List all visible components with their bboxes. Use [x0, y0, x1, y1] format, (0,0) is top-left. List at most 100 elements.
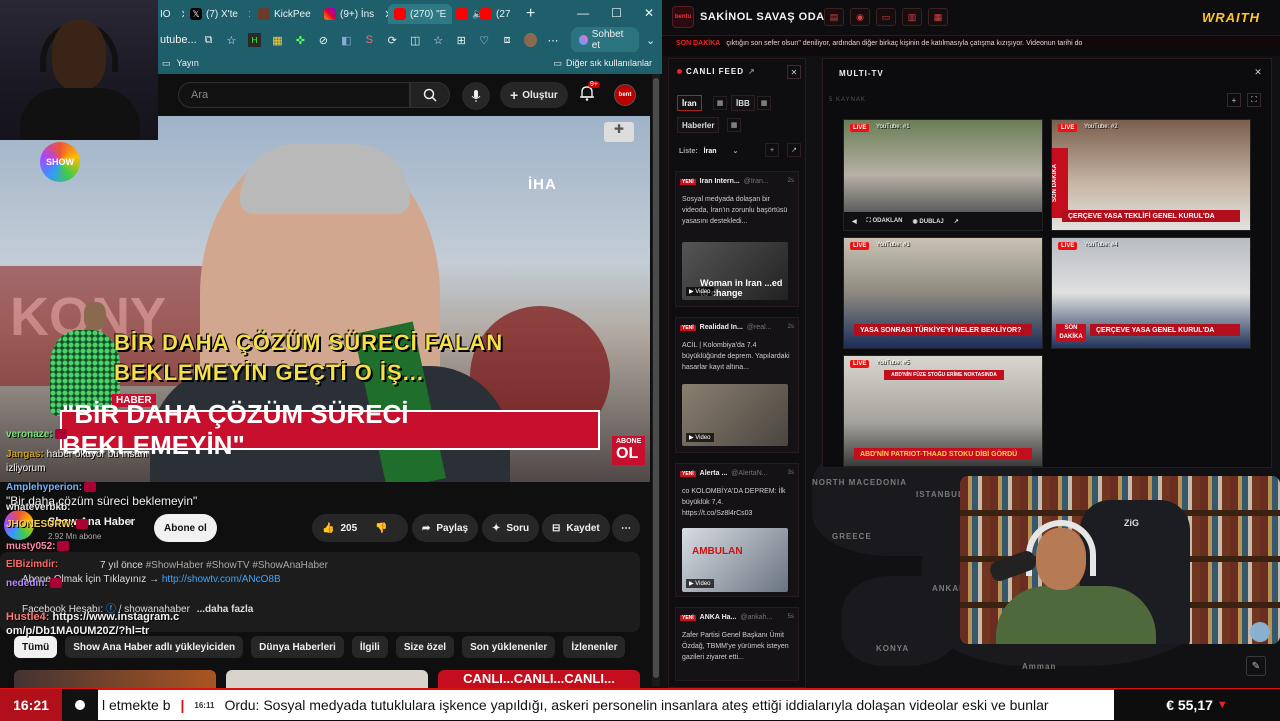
- bookmarks-bar: ▭ Yayın ▭ Diğer sık kullanılanlar: [158, 52, 662, 74]
- feed-card-video[interactable]: Woman in Iran ...ed to change ▶ Video: [682, 242, 788, 300]
- extension-6-icon[interactable]: S: [363, 33, 376, 47]
- more-actions-button[interactable]: ⋯: [612, 514, 640, 542]
- thumbs-up-icon[interactable]: 👍: [322, 523, 334, 534]
- record-dot-icon: [62, 689, 98, 721]
- share-button[interactable]: ➦ Paylaş: [412, 514, 479, 542]
- recommended-thumbnail-1[interactable]: [14, 670, 216, 688]
- tv-screen-1[interactable]: LIVE YouTube: #1 ◀ ⛶ ODAKLAN ◉ DUBLAJ ↗: [843, 119, 1043, 231]
- bookmark-yayin[interactable]: Yayın: [177, 58, 199, 68]
- list-select[interactable]: Liste: İran ⌄: [679, 147, 738, 155]
- profile-avatar[interactable]: [523, 33, 537, 47]
- url-text[interactable]: utube....: [158, 34, 197, 46]
- add-icon[interactable]: +: [765, 143, 779, 157]
- layout-icon[interactable]: ▤: [824, 8, 844, 26]
- browser-tab-youtube-active[interactable]: (270) "E: [388, 4, 452, 24]
- chip-world-news[interactable]: Dünya Haberleri: [251, 636, 344, 658]
- rss-icon[interactable]: ◉: [850, 8, 870, 26]
- subscribe-button[interactable]: Abone ol: [154, 514, 217, 542]
- close-icon[interactable]: ✕: [787, 65, 801, 79]
- split-icon[interactable]: ◫: [409, 33, 422, 47]
- refresh-icon[interactable]: ⟳: [386, 33, 399, 47]
- grid-icon[interactable]: ▦: [713, 96, 727, 110]
- heart-icon[interactable]: ♡: [478, 33, 491, 47]
- search-button[interactable]: [410, 82, 450, 108]
- chip-related[interactable]: İlgili: [351, 636, 388, 658]
- stats-icon[interactable]: ▥: [902, 8, 922, 26]
- external-link-icon[interactable]: ↗: [954, 218, 959, 225]
- browser-tab-1[interactable]: IO✕: [160, 4, 184, 24]
- feed-card[interactable]: YENİ Iran Intern... @Iran... 2s Sosyal med…: [675, 171, 799, 307]
- tv-icon[interactable]: ▭: [876, 8, 896, 26]
- scrollbar-thumb[interactable]: [653, 78, 659, 678]
- extension-2-icon[interactable]: ▦: [271, 33, 284, 47]
- chip-uploader[interactable]: Show Ana Haber adlı yükleyiciden: [65, 636, 244, 658]
- extension-4-icon[interactable]: ⊘: [317, 33, 330, 47]
- video-player[interactable]: KONY SHOW İHA ✚ BİR DAHA ÇÖZÜM SÜRECİ FA…: [0, 116, 650, 482]
- extension-5-icon[interactable]: ◧: [340, 33, 353, 47]
- split-screen-icon[interactable]: ⧉: [202, 33, 215, 47]
- chevron-down-icon[interactable]: ⌄: [644, 33, 657, 47]
- browser-tab-instagram[interactable]: (9+) İns✕: [324, 4, 388, 24]
- browser-tab-7[interactable]: (27: [480, 4, 524, 24]
- collections-icon[interactable]: ⊞: [455, 33, 468, 47]
- new-tab-button[interactable]: +: [526, 4, 542, 24]
- browser-tab-x[interactable]: 𝕏(7) X'te✕: [190, 4, 250, 24]
- feed-tab-haberler[interactable]: Haberler: [677, 117, 720, 133]
- ask-button[interactable]: ✦ Soru: [482, 514, 540, 542]
- tv-screen-4[interactable]: LIVE YouTube: #4 SON DAKİKA ÇERÇEVE YASA…: [1051, 237, 1251, 349]
- extension-icon[interactable]: H: [247, 33, 261, 47]
- copilot-chat-button[interactable]: Sohbet et: [570, 27, 640, 53]
- minimize-icon[interactable]: —: [577, 6, 589, 20]
- expand-icon[interactable]: ✚: [604, 122, 634, 142]
- grid-icon[interactable]: ▦: [928, 8, 948, 26]
- create-button[interactable]: + Oluştur: [500, 82, 568, 108]
- feed-card[interactable]: YENİ Realidad In... @real... 2s ACİL | Kol…: [675, 317, 799, 453]
- add-icon[interactable]: +: [1227, 93, 1241, 107]
- close-icon[interactable]: ✕: [1251, 65, 1265, 79]
- more-menu-icon[interactable]: ⋯: [547, 33, 560, 47]
- save-button[interactable]: ⊟ Kaydet: [542, 514, 610, 542]
- expand-arrow-icon[interactable]: ↗: [787, 143, 801, 157]
- grid-icon[interactable]: ▦: [727, 118, 741, 132]
- close-tab-icon[interactable]: ✕: [181, 8, 184, 21]
- recommended-thumbnail-3[interactable]: CANLI...CANLI...CANLI...: [438, 670, 640, 688]
- other-favorites[interactable]: ▭ Diğer sık kullanılanlar: [553, 58, 652, 69]
- extensions-puzzle-icon[interactable]: ⧈: [501, 33, 514, 47]
- tv-screen-5[interactable]: LIVE YouTube: #5 ABD'NİN FÜZE STOĞU ERİM…: [843, 355, 1043, 467]
- chip-watched[interactable]: İzlenenler: [563, 636, 626, 658]
- tv-screen-3[interactable]: LIVE YouTube: #3 YASA SONRASI TÜRKİYE'Yİ…: [843, 237, 1043, 349]
- address-bar[interactable]: utube.... ⧉ ☆ H ▦ ✜ ⊘ ◧ S ⟳ ◫ ☆ ⊞ ♡ ⧈ ⋯ …: [158, 27, 662, 53]
- feed-card[interactable]: YENİ Alerta ... @AlertaN... 3s co KOLOMBİY…: [675, 463, 799, 597]
- maximize-icon[interactable]: ☐: [611, 6, 622, 20]
- search-input[interactable]: Ara: [178, 82, 410, 108]
- favorite-star-icon[interactable]: ☆: [225, 33, 238, 47]
- chip-all[interactable]: Tümü: [14, 636, 58, 658]
- account-avatar[interactable]: bent: [614, 84, 636, 106]
- favorites-icon[interactable]: ☆: [432, 33, 445, 47]
- feed-tab-iran[interactable]: İran: [677, 95, 702, 111]
- thumbs-down-icon[interactable]: 👎: [375, 523, 387, 534]
- notifications-button[interactable]: 9+: [578, 81, 600, 104]
- like-count[interactable]: 205: [340, 523, 357, 534]
- edit-pencil-icon[interactable]: ✎: [1246, 656, 1266, 676]
- feed-card-video[interactable]: ▶ Video: [682, 384, 788, 446]
- close-window-icon[interactable]: ✕: [644, 6, 654, 20]
- tv-screen-2[interactable]: LIVE YouTube: #2 SON DAKİKA ÇERÇEVE YASA…: [1051, 119, 1251, 231]
- browser-tab-kick[interactable]: KickPee: [258, 4, 322, 24]
- voice-search-button[interactable]: [462, 82, 490, 110]
- fullscreen-icon[interactable]: ⛶: [1247, 93, 1261, 107]
- feed-tab-ibb[interactable]: İBB: [731, 95, 755, 111]
- feed-card-video[interactable]: AMBULAN ▶ Video: [682, 528, 788, 592]
- focus-button[interactable]: ⛶ ODAKLAN: [867, 218, 903, 225]
- close-tab-icon[interactable]: ✕: [248, 8, 250, 21]
- chip-recent[interactable]: Son yüklenenler: [462, 636, 556, 658]
- chip-for-you[interactable]: Size özel: [395, 636, 455, 658]
- grid-icon[interactable]: ▦: [757, 96, 771, 110]
- extension-3-icon[interactable]: ✜: [294, 33, 307, 47]
- external-link-icon[interactable]: ↗: [748, 67, 756, 76]
- scrollbar[interactable]: [652, 74, 660, 686]
- recommended-thumbnail-2[interactable]: [226, 670, 428, 688]
- feed-card[interactable]: YENİ ANKA Ha... @ankah... 5s Zafer Partisi…: [675, 607, 799, 681]
- dub-button[interactable]: ◉ DUBLAJ: [913, 218, 944, 225]
- volume-icon[interactable]: ◀: [852, 218, 857, 225]
